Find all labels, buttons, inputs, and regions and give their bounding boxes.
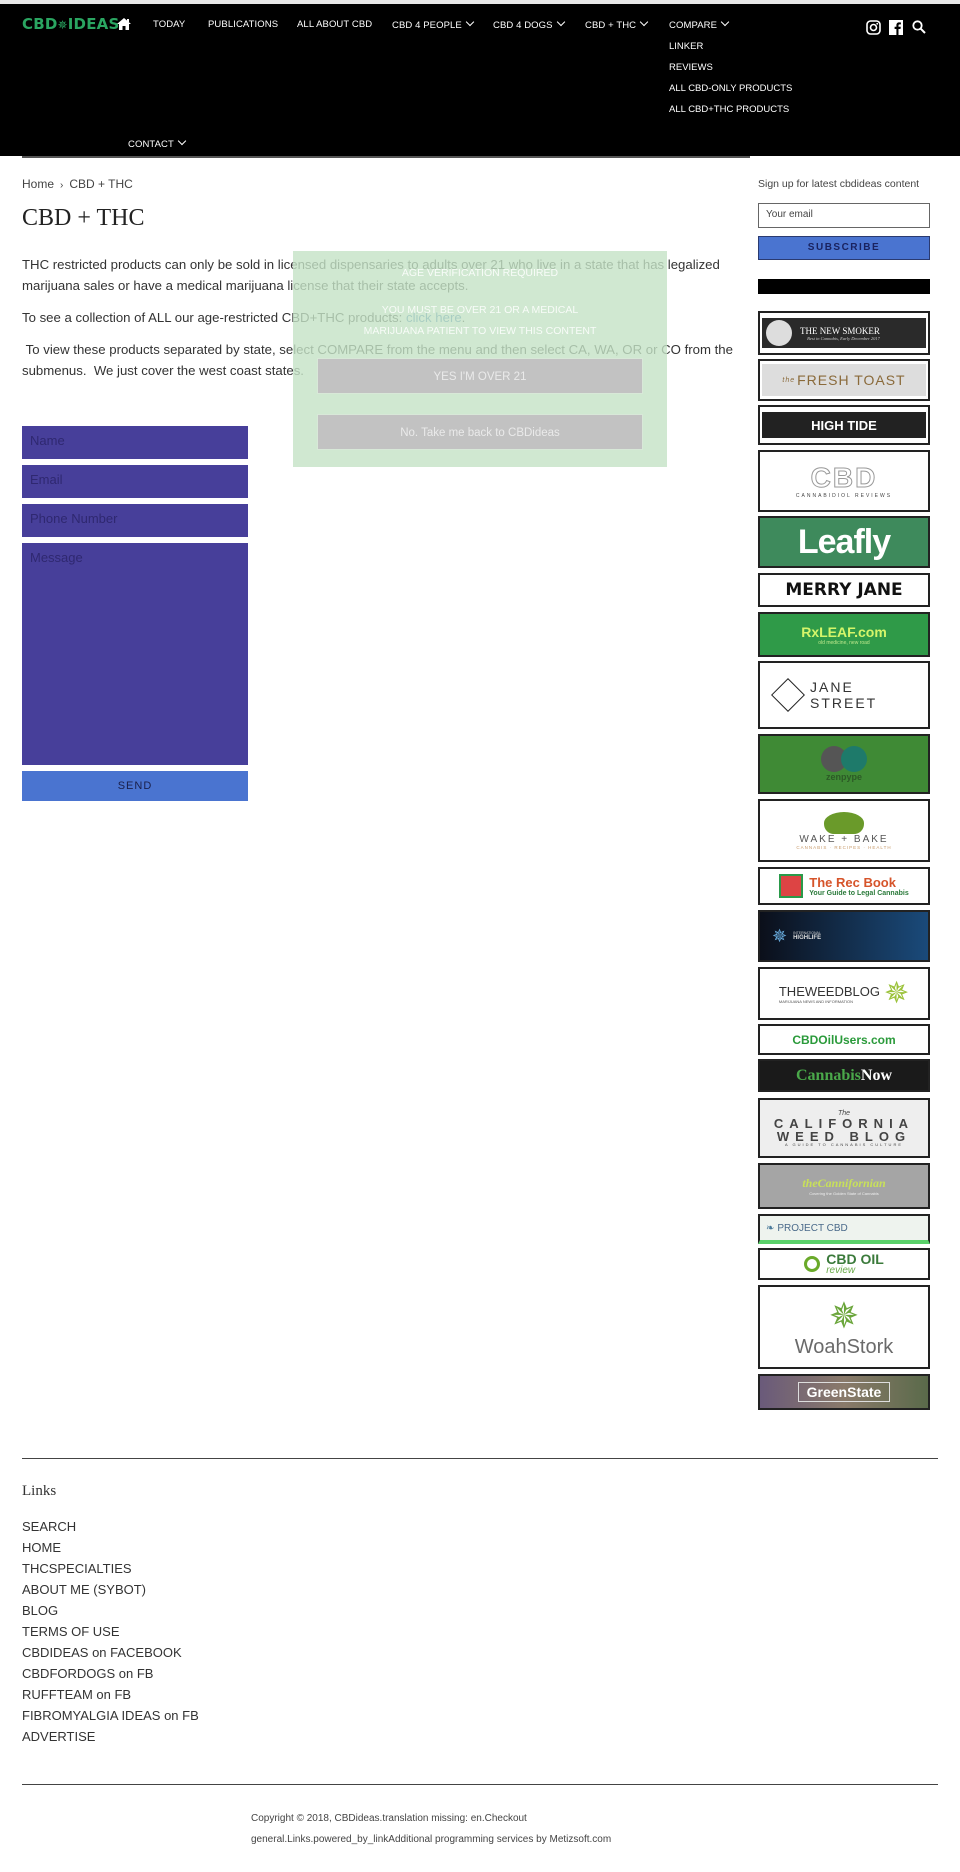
age-confirm-button[interactable]: YES I'M OVER 21 xyxy=(317,358,643,394)
links-heading: Links xyxy=(22,1483,57,1499)
banner-wake-bake[interactable]: WAKE + BAKE CANNABIS · RECIPES · HEALTH xyxy=(758,799,930,862)
nav-item-cbd-4-people[interactable]: CBD 4 PEOPLE xyxy=(392,17,475,31)
book-icon xyxy=(779,874,804,898)
footer-link-fibromyalgia-fb[interactable]: FIBROMYALGIA IDEAS on FB xyxy=(22,1708,199,1723)
site-logo[interactable]: CBD✵IDEAS xyxy=(22,15,119,33)
send-button[interactable]: SEND xyxy=(22,771,248,801)
leaf-icon: ✵ xyxy=(883,977,910,1010)
lotus-icon xyxy=(824,811,864,834)
banner-cbd-oil-review[interactable]: CBD OIL review xyxy=(758,1248,930,1280)
nav-item-cbd-thc[interactable]: CBD + THC xyxy=(585,17,649,31)
footer-link-advertise[interactable]: ADVERTISE xyxy=(22,1729,95,1744)
nav-item-publications[interactable]: PUBLICATIONS xyxy=(208,19,278,30)
cannabis-leaf-icon: ✵ xyxy=(57,18,68,32)
footer-link-home[interactable]: HOME xyxy=(22,1540,61,1555)
footer-link-ruffteam-fb[interactable]: RUFFTEAM on FB xyxy=(22,1687,131,1702)
banner-cbd-reviews[interactable]: CBD CANNABIDIOL REVIEWS xyxy=(758,450,930,512)
banner-cannabis-now[interactable]: Cannabis Now xyxy=(758,1059,930,1092)
submenu-item-reviews[interactable]: REVIEWS xyxy=(669,62,713,73)
signup-heading: Sign up for latest cbdideas content xyxy=(758,178,920,190)
banner-jane-street[interactable]: JANE STREET xyxy=(758,661,930,729)
subscribe-button[interactable]: SUBSCRIBE xyxy=(758,236,930,260)
header-divider xyxy=(22,156,750,158)
nav-item-cbd-4-dogs[interactable]: CBD 4 DOGS xyxy=(493,17,565,31)
jane-street-diamond-icon xyxy=(771,678,805,712)
powered-by-text: general.Links.powered_by_linkAdditional … xyxy=(251,1834,612,1845)
search-icon[interactable] xyxy=(912,20,926,35)
copyright-text: Copyright © 2018, CBDideas.translation m… xyxy=(251,1813,527,1824)
chevron-down-icon xyxy=(639,17,649,27)
footer-link-terms[interactable]: TERMS OF USE xyxy=(22,1624,120,1639)
chevron-down-icon xyxy=(556,17,565,27)
banner-merry-jane[interactable]: MERRY JANE xyxy=(758,573,930,607)
age-gate-message: YOU MUST BE OVER 21 OR A MEDICAL MARIJUA… xyxy=(363,304,597,337)
banner-rec-book[interactable]: The Rec Book Your Guide to Legal Cannabi… xyxy=(758,867,930,905)
banner-california-weed-blog[interactable]: The CALIFORNIA WEED BLOG A GUIDE TO CANN… xyxy=(758,1098,930,1158)
footer-link-cbdfordogs-fb[interactable]: CBDFORDOGS on FB xyxy=(22,1666,153,1681)
nav-item-all-about-cbd[interactable]: ALL ABOUT CBD xyxy=(297,19,372,30)
banner-the-new-smoker[interactable]: THE NEW SMOKER Best in Cannabis, Early D… xyxy=(758,311,930,355)
instagram-icon[interactable] xyxy=(866,20,881,35)
breadcrumb: Home › CBD + THC xyxy=(22,177,133,191)
name-field[interactable]: Name xyxy=(22,426,248,459)
footer-link-about-me[interactable]: ABOUT ME (SYBOT) xyxy=(22,1582,146,1597)
footer-link-thcspecialties[interactable]: THCSPECIALTIES xyxy=(22,1561,132,1576)
breadcrumb-home[interactable]: Home xyxy=(22,177,54,191)
message-field[interactable]: Message xyxy=(22,543,248,765)
banner-cbdoilusers[interactable]: CBDOilUsers.com xyxy=(758,1024,930,1055)
home-icon[interactable] xyxy=(116,17,132,31)
banner-cannifornian[interactable]: theCannifornian Covering the Golden Stat… xyxy=(758,1163,930,1209)
phone-field[interactable]: Phone Number xyxy=(22,504,248,537)
banner-woahstork[interactable]: ✵ WoahStork xyxy=(758,1285,930,1369)
banner-zenpype[interactable]: zenpype xyxy=(758,734,930,794)
banner-theweedblog[interactable]: THEWEEDBLOG MARIJUANA NEWS AND INFORMATI… xyxy=(758,967,930,1020)
zenpype-logo-icon xyxy=(821,746,867,772)
age-verification-modal: AGE VERIFICATION REQUIRED YOU MUST BE OV… xyxy=(293,251,667,467)
logo-text-left: CBD xyxy=(22,15,58,33)
chevron-down-icon xyxy=(177,136,187,146)
chevron-down-icon xyxy=(465,17,475,27)
footer-link-blog[interactable]: BLOG xyxy=(22,1603,58,1618)
chevron-down-icon xyxy=(720,17,730,27)
newsletter-email-input[interactable]: Your email xyxy=(758,203,930,228)
nav-item-compare[interactable]: COMPARE xyxy=(669,17,730,31)
submenu-item-all-cbd-only[interactable]: ALL CBD-ONLY PRODUCTS xyxy=(669,83,792,94)
leaf-icon: ✵ xyxy=(772,925,788,946)
logo-text-right: IDEAS xyxy=(67,15,120,33)
stork-leaf-icon: ✵ xyxy=(828,1294,860,1336)
smoker-portrait-icon xyxy=(766,320,792,346)
facebook-icon[interactable] xyxy=(889,20,903,35)
nav-item-contact[interactable]: CONTACT xyxy=(128,136,187,150)
banner-international-highlife[interactable]: ✵ INTERNATIONAL HIGHLIFE xyxy=(758,910,930,962)
leaf-icon: ❧ xyxy=(766,1222,775,1234)
age-decline-button[interactable]: No. Take me back to CBDideas xyxy=(317,414,643,450)
banner-high-tide[interactable]: HIGH TIDE xyxy=(758,405,930,445)
breadcrumb-current: CBD + THC xyxy=(69,177,133,191)
site-header: CBD✵IDEAS TODAY PUBLICATIONS ALL ABOUT C… xyxy=(0,4,960,156)
footer-link-cbdideas-facebook[interactable]: CBDIDEAS on FACEBOOK xyxy=(22,1645,182,1660)
magnifier-icon xyxy=(804,1256,821,1272)
page-title: CBD + THC xyxy=(22,205,145,231)
banner-greenstate[interactable]: GreenState xyxy=(758,1374,930,1410)
submenu-item-linker[interactable]: LINKER xyxy=(669,41,703,52)
sidebar-black-bar xyxy=(758,279,930,294)
banner-rxleaf[interactable]: RxLEAF.com old medicine, new road xyxy=(758,612,930,657)
footer-bottom-divider xyxy=(22,1784,938,1785)
footer-link-search[interactable]: SEARCH xyxy=(22,1519,76,1534)
breadcrumb-separator-icon: › xyxy=(60,180,64,191)
footer-divider xyxy=(22,1458,938,1459)
submenu-item-all-cbd-thc[interactable]: ALL CBD+THC PRODUCTS xyxy=(669,104,789,115)
email-field[interactable]: Email xyxy=(22,465,248,498)
banner-fresh-toast[interactable]: the FRESH TOAST xyxy=(758,359,930,401)
banner-project-cbd[interactable]: ❧ PROJECT CBD xyxy=(758,1214,930,1244)
nav-item-today[interactable]: TODAY xyxy=(153,19,185,30)
age-gate-title: AGE VERIFICATION REQUIRED xyxy=(401,267,559,279)
banner-leafly[interactable]: Leafly xyxy=(758,516,930,568)
